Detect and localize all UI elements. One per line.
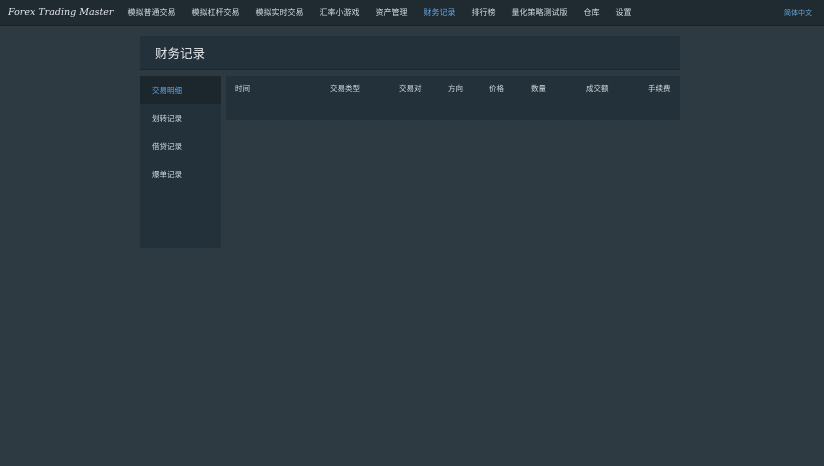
column-header-direction[interactable]: 方向 (448, 83, 463, 94)
brand-logo-text[interactable]: Forex Trading Master (0, 7, 113, 18)
sidebar-item-trade-details[interactable]: 交易明细 (140, 76, 221, 104)
column-header-quantity[interactable]: 数量 (531, 83, 546, 94)
nav-item-financial-records[interactable]: 财务记录 (423, 7, 455, 18)
language-switch[interactable]: 简体中文 (784, 8, 812, 18)
nav-item-settings[interactable]: 设置 (615, 7, 631, 18)
main-nav: 模拟普通交易 模拟杠杆交易 模拟实时交易 汇率小游戏 资产管理 财务记录 排行榜… (127, 7, 647, 18)
records-sidebar: 交易明细 划转记录 借贷记录 爆单记录 (140, 76, 221, 248)
column-header-turnover[interactable]: 成交额 (586, 83, 609, 94)
table-header-row: 时间 交易类型 交易对 方向 价格 数量 成交额 手续费 (226, 76, 680, 98)
column-header-trade-type[interactable]: 交易类型 (330, 83, 360, 94)
nav-item-rate-game[interactable]: 汇率小游戏 (319, 7, 359, 18)
nav-item-warehouse[interactable]: 仓库 (583, 7, 599, 18)
nav-item-leaderboard[interactable]: 排行榜 (471, 7, 495, 18)
nav-item-normal-trade[interactable]: 模拟普通交易 (127, 7, 175, 18)
column-header-time[interactable]: 时间 (235, 83, 250, 94)
nav-item-asset-management[interactable]: 资产管理 (375, 7, 407, 18)
column-header-pair[interactable]: 交易对 (399, 83, 422, 94)
sidebar-item-loan-records[interactable]: 借贷记录 (140, 132, 221, 160)
trade-details-table: 时间 交易类型 交易对 方向 价格 数量 成交额 手续费 (226, 76, 680, 120)
sidebar-item-transfer-records[interactable]: 划转记录 (140, 104, 221, 132)
nav-item-quant-strategy[interactable]: 量化策略测试版 (511, 7, 567, 18)
sidebar-item-liquidation-records[interactable]: 爆单记录 (140, 160, 221, 188)
column-header-fee[interactable]: 手续费 (648, 83, 671, 94)
column-header-price[interactable]: 价格 (489, 83, 504, 94)
top-navbar: Forex Trading Master 模拟普通交易 模拟杠杆交易 模拟实时交… (0, 0, 824, 26)
page-title: 财务记录 (140, 36, 680, 70)
nav-item-realtime-trade[interactable]: 模拟实时交易 (255, 7, 303, 18)
nav-item-leverage-trade[interactable]: 模拟杠杆交易 (191, 7, 239, 18)
